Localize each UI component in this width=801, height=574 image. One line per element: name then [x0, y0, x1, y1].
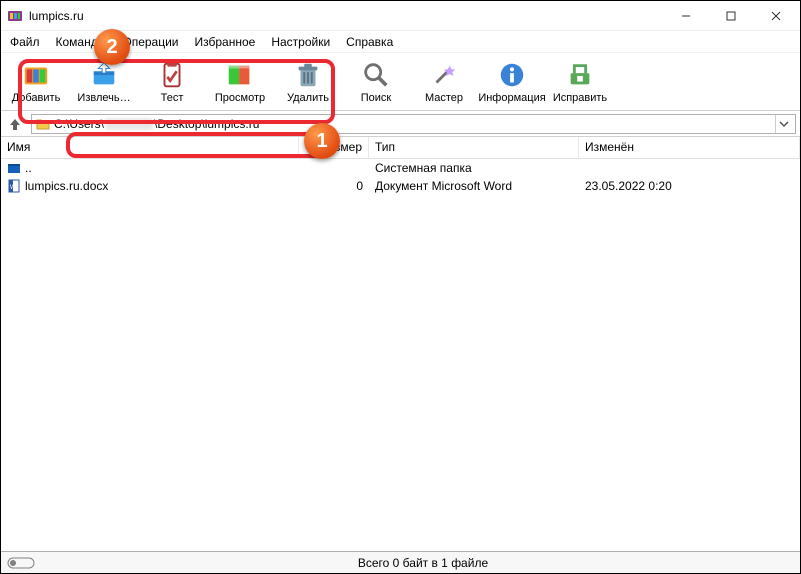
list-header: Имя Размер Тип Изменён	[1, 137, 800, 159]
col-name[interactable]: Имя	[1, 137, 299, 158]
info-label: Информация	[478, 92, 545, 104]
address-text: C:\Users\ \Desktop\lumpics.ru	[54, 117, 771, 131]
cell-name: ..	[25, 161, 32, 175]
repair-label: Исправить	[553, 92, 607, 104]
menu-help[interactable]: Справка	[339, 33, 400, 51]
menu-options[interactable]: Настройки	[264, 33, 337, 51]
address-dropdown[interactable]	[775, 115, 791, 133]
find-icon	[361, 60, 391, 90]
test-button[interactable]: Тест	[143, 56, 201, 108]
delete-label: Удалить	[287, 92, 329, 104]
window-title: lumpics.ru	[29, 9, 663, 23]
wizard-button[interactable]: Мастер	[415, 56, 473, 108]
add-icon	[21, 60, 51, 90]
address-blurred	[105, 118, 153, 130]
folder-up-icon	[7, 161, 21, 175]
folder-icon	[36, 117, 50, 131]
col-type[interactable]: Тип	[369, 137, 579, 158]
list-item-parent[interactable]: .. Системная папка	[1, 159, 800, 177]
app-icon	[7, 8, 23, 24]
arrow-up-icon	[8, 117, 22, 131]
cell-mod: 23.05.2022 0:20	[579, 179, 800, 193]
address-prefix: C:\Users\	[54, 117, 104, 131]
status-text: Всего 0 байт в 1 файле	[46, 556, 800, 570]
extract-label: Извлечь…	[77, 92, 130, 104]
info-icon	[497, 60, 527, 90]
status-icon	[1, 557, 46, 569]
wizard-icon	[429, 60, 459, 90]
delete-button[interactable]: Удалить	[279, 56, 337, 108]
docx-icon: W	[7, 179, 21, 193]
add-button[interactable]: Добавить	[7, 56, 65, 108]
delete-icon	[293, 60, 323, 90]
svg-text:W: W	[10, 185, 16, 191]
add-label: Добавить	[12, 92, 61, 104]
title-bar: lumpics.ru	[1, 1, 800, 31]
cell-type: Системная папка	[369, 161, 579, 175]
find-label: Поиск	[361, 92, 391, 104]
menu-commands[interactable]: Команды	[49, 33, 114, 51]
cell-type: Документ Microsoft Word	[369, 179, 579, 193]
menu-file[interactable]: Файл	[3, 33, 47, 51]
chevron-down-icon	[779, 119, 789, 129]
list-item-file[interactable]: W lumpics.ru.docx 0 Документ Microsoft W…	[1, 177, 800, 195]
address-input[interactable]: C:\Users\ \Desktop\lumpics.ru	[31, 114, 796, 134]
extract-icon	[89, 60, 119, 90]
menu-tools[interactable]: Операции	[115, 33, 185, 51]
status-bar: Всего 0 байт в 1 файле	[1, 551, 800, 573]
test-label: Тест	[161, 92, 184, 104]
file-list[interactable]: .. Системная папка W lumpics.ru.docx 0 Д…	[1, 159, 800, 537]
extract-button[interactable]: Извлечь…	[75, 56, 133, 108]
view-button[interactable]: Просмотр	[211, 56, 269, 108]
find-button[interactable]: Поиск	[347, 56, 405, 108]
col-size[interactable]: Размер	[299, 137, 369, 158]
up-button[interactable]	[5, 114, 25, 134]
cell-name: lumpics.ru.docx	[25, 179, 108, 193]
menu-favorites[interactable]: Избранное	[188, 33, 263, 51]
repair-button[interactable]: Исправить	[551, 56, 609, 108]
cell-size: 0	[299, 179, 369, 193]
info-button[interactable]: Информация	[483, 56, 541, 108]
maximize-button[interactable]	[708, 2, 753, 30]
view-label: Просмотр	[215, 92, 265, 104]
view-icon	[225, 60, 255, 90]
wizard-label: Мастер	[425, 92, 463, 104]
address-suffix: \Desktop\lumpics.ru	[154, 117, 259, 131]
close-button[interactable]	[753, 2, 798, 30]
col-modified[interactable]: Изменён	[579, 137, 800, 158]
test-icon	[157, 60, 187, 90]
minimize-button[interactable]	[663, 2, 708, 30]
repair-icon	[565, 60, 595, 90]
toolbar: Добавить Извлечь… Тест Просмотр	[1, 53, 800, 111]
address-bar: C:\Users\ \Desktop\lumpics.ru	[1, 111, 800, 137]
menu-bar: Файл Команды Операции Избранное Настройк…	[1, 31, 800, 53]
